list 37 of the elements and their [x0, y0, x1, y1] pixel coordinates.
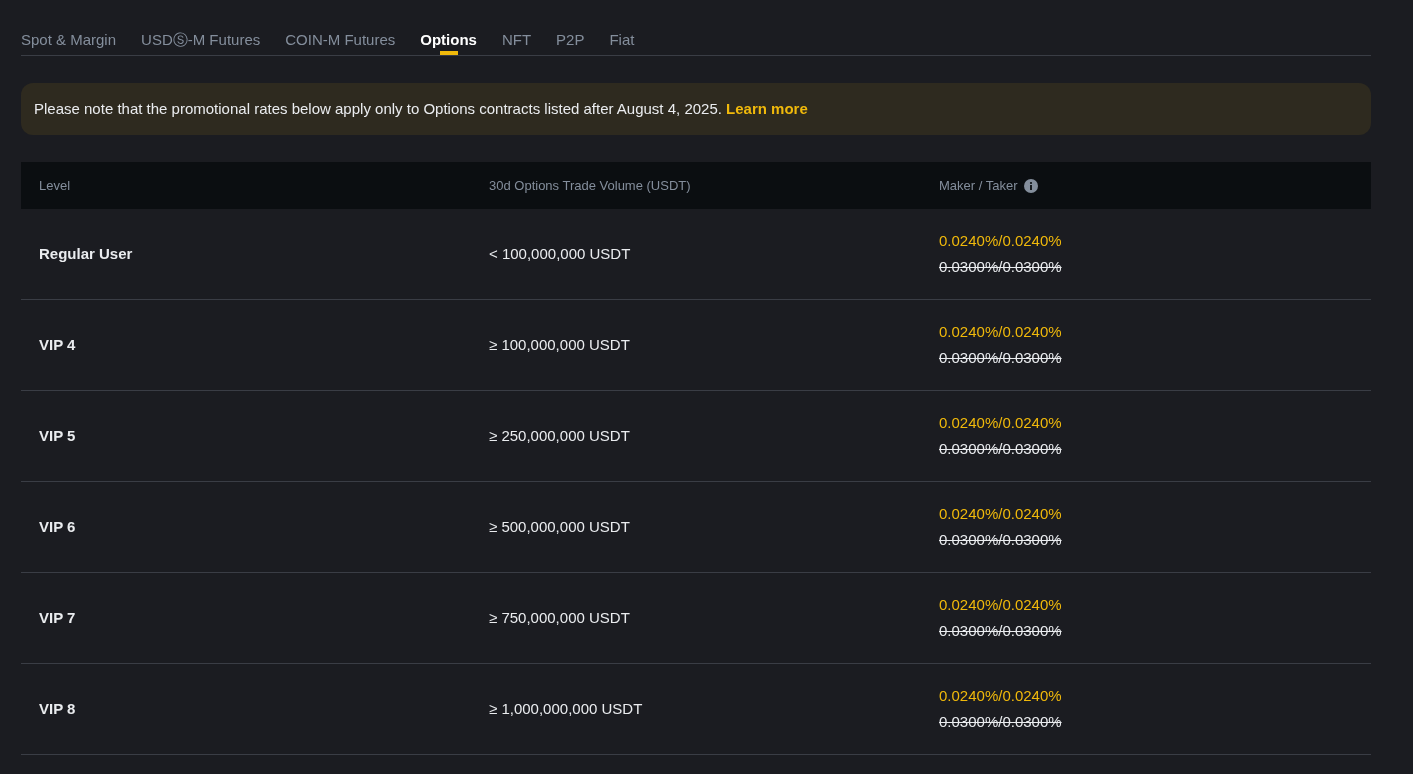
- table-cell-text: ≥ 100,000,000 USDT: [489, 334, 631, 355]
- table-cell-text: ≥ 500,000,000 USDT: [489, 516, 631, 537]
- column-header: Maker / Taker: [939, 176, 1018, 195]
- promo-rate: 0.0240%/0.0240%: [939, 594, 1062, 615]
- original-rate: 0.0300%/0.0300%: [939, 439, 1062, 459]
- original-rate: 0.0300%/0.0300%: [939, 530, 1062, 550]
- tab[interactable]: USDⓈ-M Futures: [141, 18, 261, 55]
- table-cell-text: ≥ 1,000,000,000 USDT: [489, 698, 644, 719]
- tab[interactable]: Options: [420, 18, 477, 55]
- column-header: Level: [39, 176, 71, 195]
- table-cell-text: VIP 6: [39, 516, 77, 537]
- table-cell-text: < 100,000,000 USDT: [489, 243, 632, 264]
- table-cell-text: VIP 7: [39, 607, 77, 628]
- learn-more-link[interactable]: Learn more: [726, 99, 808, 117]
- original-rate: 0.0300%/0.0300%: [939, 621, 1062, 641]
- table-cell-text: ≥ 750,000,000 USDT: [489, 607, 631, 628]
- tab[interactable]: Spot & Margin: [21, 18, 117, 55]
- original-rate: 0.0300%/0.0300%: [939, 712, 1062, 732]
- table-cell-text: VIP 5: [39, 425, 77, 446]
- tab[interactable]: NFT: [501, 18, 532, 55]
- tab[interactable]: P2P: [556, 18, 585, 55]
- promo-rate: 0.0240%/0.0240%: [939, 503, 1062, 524]
- promo-rate: 0.0240%/0.0240%: [939, 412, 1062, 433]
- table-cell-text: Regular User: [39, 243, 134, 264]
- table-cell-text: VIP 8: [39, 698, 77, 719]
- table-cell-text: ≥ 250,000,000 USDT: [489, 425, 631, 446]
- promo-rate: 0.0240%/0.0240%: [939, 230, 1062, 251]
- tab[interactable]: COIN-M Futures: [285, 18, 396, 55]
- notice-text: Please note that the promotional rates below apply only to Options contracts listed after August 4, 2025. Learn more: [34, 98, 808, 119]
- column-header: 30d Options Trade Volume (USDT): [489, 176, 691, 195]
- table-cell-text: VIP 4: [39, 334, 77, 355]
- info-icon[interactable]: [1023, 178, 1038, 193]
- original-rate: 0.0300%/0.0300%: [939, 348, 1062, 368]
- tab[interactable]: Fiat: [609, 18, 635, 55]
- promo-rate: 0.0240%/0.0240%: [939, 685, 1062, 706]
- promo-rate: 0.0240%/0.0240%: [939, 321, 1062, 342]
- original-rate: 0.0300%/0.0300%: [939, 257, 1062, 277]
